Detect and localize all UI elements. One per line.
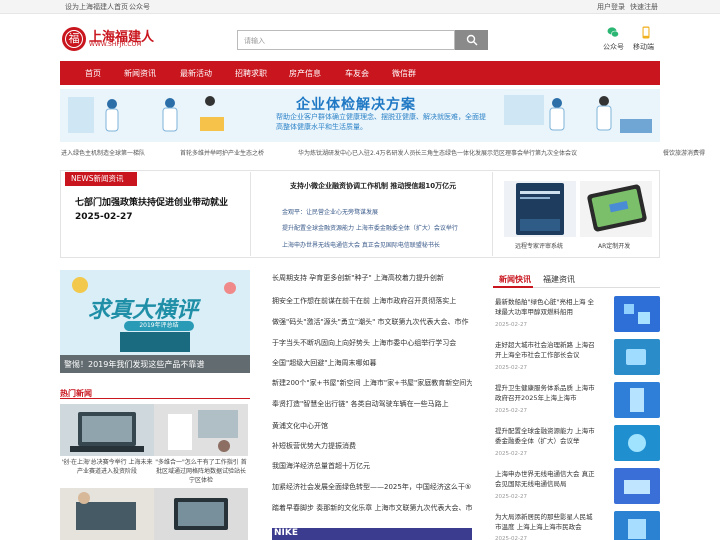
- search-button[interactable]: [455, 30, 488, 50]
- register-link[interactable]: 快速注册: [630, 2, 658, 12]
- featured-tag: NEWS新闻资讯: [65, 172, 137, 186]
- right-news-text[interactable]: 提升卫生健康服务体系品质 上海市政府召开2025年上海上海市: [495, 383, 595, 403]
- middle-news-item[interactable]: 全国"超级大回避"上海周末哪如暮: [272, 358, 472, 368]
- promo-pill: 2019年评总结: [124, 321, 194, 331]
- thumb-caption[interactable]: 远程专家评审系统: [515, 241, 563, 250]
- right-news-image[interactable]: [614, 296, 660, 332]
- nav-item-home[interactable]: 首页: [85, 68, 101, 79]
- official-account-link[interactable]: 公众号: [129, 2, 150, 12]
- search-icon: [466, 34, 478, 46]
- ticker-item[interactable]: 首轮多维并举呵护产业生态之桥: [180, 148, 264, 157]
- right-news-image[interactable]: [614, 425, 660, 461]
- hot-news-image[interactable]: [154, 404, 248, 456]
- right-news-text[interactable]: 最新数船舶"绿色心脏"亮相上海 全球最大功率甲醇双燃料船用: [495, 297, 595, 317]
- nav-item-news[interactable]: 新闻资讯: [124, 68, 156, 79]
- news-ticker: 进入绿色主机制造全球第一梯队 首轮多维并举呵护产业生态之桥 华为炼钛湖研发中心已…: [0, 146, 720, 158]
- right-news-date: 2025-02-27: [495, 451, 527, 457]
- site-logo-url: WWW.SHFJR.COM: [89, 41, 142, 48]
- middle-news-item[interactable]: 踏着早春脚步 奏那新的文化乐章 上海市文联第九次代表大会、市: [272, 503, 472, 513]
- ticker-item[interactable]: 华为炼钛湖研发中心已入驻2.4万名研发人员: [298, 148, 416, 157]
- middle-news-item[interactable]: 做强"码头"激活"源头"勇立"潮头" 市文联第九次代表大会、市作: [272, 317, 472, 327]
- mobile-label[interactable]: 移动端: [633, 42, 654, 52]
- middle-news-item[interactable]: 加紧经济社会发展全面绿色转型——2025年，中国经济这么干⑤: [272, 482, 472, 492]
- expert-review-thumbnail[interactable]: [504, 181, 576, 237]
- promo-banner[interactable]: 企业体检解决方案 帮助企业客户群体确立健康理念、摆脱亚健康、解决就医难，全面提高…: [60, 89, 660, 142]
- featured-date: 2025-02-27: [75, 212, 133, 222]
- ar-custom-thumbnail[interactable]: [580, 181, 652, 237]
- featured-divider: [492, 172, 493, 256]
- ticker-item[interactable]: 餐饮旅游消费得: [663, 148, 705, 157]
- right-news-text[interactable]: 上海申办世界无线电通信大会 真正会见国际无线电通信局局: [495, 469, 595, 489]
- search-input[interactable]: 请输入: [237, 30, 455, 50]
- wechat-icon[interactable]: [607, 26, 619, 39]
- promo-big-text: 求真大横评: [88, 298, 199, 323]
- hot-news-caption[interactable]: "多维合一"怎么干有了工作指引 首批区域通过网格阵地数据试验站长宁区体检: [154, 458, 248, 485]
- tab-news-flash[interactable]: 新闻快讯: [499, 274, 531, 285]
- middle-news-item[interactable]: 我国海洋经济总量首超十万亿元: [272, 461, 472, 471]
- middle-news-item[interactable]: 于字当头不断巩固向上向好势头 上海市委中心组举行学习会: [272, 338, 472, 348]
- right-news-text[interactable]: 提升配置全球金融资源能力 上海市委金融委全体（扩大）会议举: [495, 426, 595, 446]
- thumb-caption[interactable]: AR定制开发: [598, 241, 630, 250]
- mobile-icon[interactable]: [640, 26, 652, 39]
- right-news-date: 2025-02-27: [495, 408, 527, 414]
- logo-icon[interactable]: 福: [62, 27, 86, 51]
- featured-headline[interactable]: 七部门加强政策扶持促进创业带动就业: [75, 195, 228, 208]
- right-news-date: 2025-02-27: [495, 365, 527, 371]
- middle-news-item[interactable]: 补短板营优势大力提振消费: [272, 441, 472, 451]
- featured-mid-title[interactable]: 支持小微企业融资协调工作机制 推动授信超10万亿元: [290, 181, 456, 191]
- right-news-image[interactable]: [614, 468, 660, 504]
- featured-divider: [250, 172, 251, 256]
- banner-title: 企业体检解决方案: [296, 97, 416, 113]
- nav-item-events[interactable]: 最新活动: [180, 68, 212, 79]
- nav-item-jobs[interactable]: 招聘求职: [235, 68, 267, 79]
- featured-link[interactable]: 上海申办世界无线电通信大会 真正会见国际电信联盟秘书长: [282, 240, 440, 249]
- right-news-date: 2025-02-27: [495, 322, 527, 328]
- right-news-date: 2025-02-27: [495, 536, 527, 540]
- middle-news-item[interactable]: 奉贤打造"智慧全出行链" 各类自动驾驶车辆在一些马路上: [272, 399, 472, 409]
- hot-news-rule: [60, 398, 250, 399]
- hot-news-image[interactable]: [60, 404, 154, 456]
- right-news-text[interactable]: 走好超大城市社会治理新路 上海召开上海全市社会工作部长会议: [495, 340, 595, 360]
- nav-item-wechat-group[interactable]: 微信群: [392, 68, 416, 79]
- active-tab-indicator: [493, 286, 533, 288]
- hot-news-caption[interactable]: '创·在上海'总决赛今举行 上海未来产业赛道进入投资阶段: [60, 458, 154, 476]
- promo-caption[interactable]: 警惕！2019年我们发现这些产品不靠谱: [60, 355, 250, 373]
- right-tabs: 新闻快讯 福建资讯: [493, 270, 660, 288]
- nike-ad[interactable]: NIKE: [272, 528, 472, 540]
- middle-news-item[interactable]: 新建200个"家+书屋"新空间 上海市"家+书屋"家庭教育新空间为: [272, 378, 472, 388]
- featured-link[interactable]: 金观平：让民营企业心无旁骛谋发展: [282, 207, 378, 216]
- login-link[interactable]: 用户登录: [597, 2, 625, 12]
- right-news-image[interactable]: [614, 339, 660, 375]
- right-news-image[interactable]: [614, 382, 660, 418]
- hot-news-image[interactable]: [154, 488, 248, 540]
- right-news-text[interactable]: 为大局添新居民的那些影星人民城市温度 上海上海上海市民政会: [495, 512, 595, 532]
- banner-subtitle: 帮助企业客户群体确立健康理念、摆脱亚健康、解决就医难，全面提高整体健康水平和生活…: [276, 113, 486, 131]
- right-news-image[interactable]: [614, 511, 660, 540]
- featured-link[interactable]: 提升配置全球金融资源能力 上海市委金融委全体（扩大）会议举行: [282, 223, 458, 232]
- nav-item-car-club[interactable]: 车友会: [345, 68, 369, 79]
- logo-glyph: 福: [65, 30, 83, 48]
- hot-news-image[interactable]: [60, 488, 154, 540]
- set-home-link[interactable]: 设为上海福建人首页: [65, 2, 128, 12]
- middle-news-item[interactable]: 黄浦文化中心开馆: [272, 421, 472, 431]
- ticker-item[interactable]: 长三角生态绿色一体化发展示范区理事会举行第九次全体会议: [415, 148, 577, 157]
- tab-fujian-news[interactable]: 福建资讯: [543, 274, 575, 285]
- top-bar: 设为上海福建人首页 公众号 用户登录 快速注册: [0, 0, 720, 14]
- middle-news-item[interactable]: 拥安全工作想在前谋在前干在前 上海市政府召开贯彻落实上: [272, 296, 472, 306]
- middle-news-item[interactable]: 长周期支持 孕育更多创新"种子" 上海高校着力提升创新: [272, 273, 472, 283]
- ticker-item[interactable]: 进入绿色主机制造全球第一梯队: [61, 148, 145, 157]
- nav-item-property[interactable]: 房产信息: [289, 68, 321, 79]
- wechat-label[interactable]: 公众号: [603, 42, 624, 52]
- right-news-date: 2025-02-27: [495, 494, 527, 500]
- main-nav: 首页 新闻资讯 最新活动 招聘求职 房产信息 车友会 微信群: [60, 61, 660, 85]
